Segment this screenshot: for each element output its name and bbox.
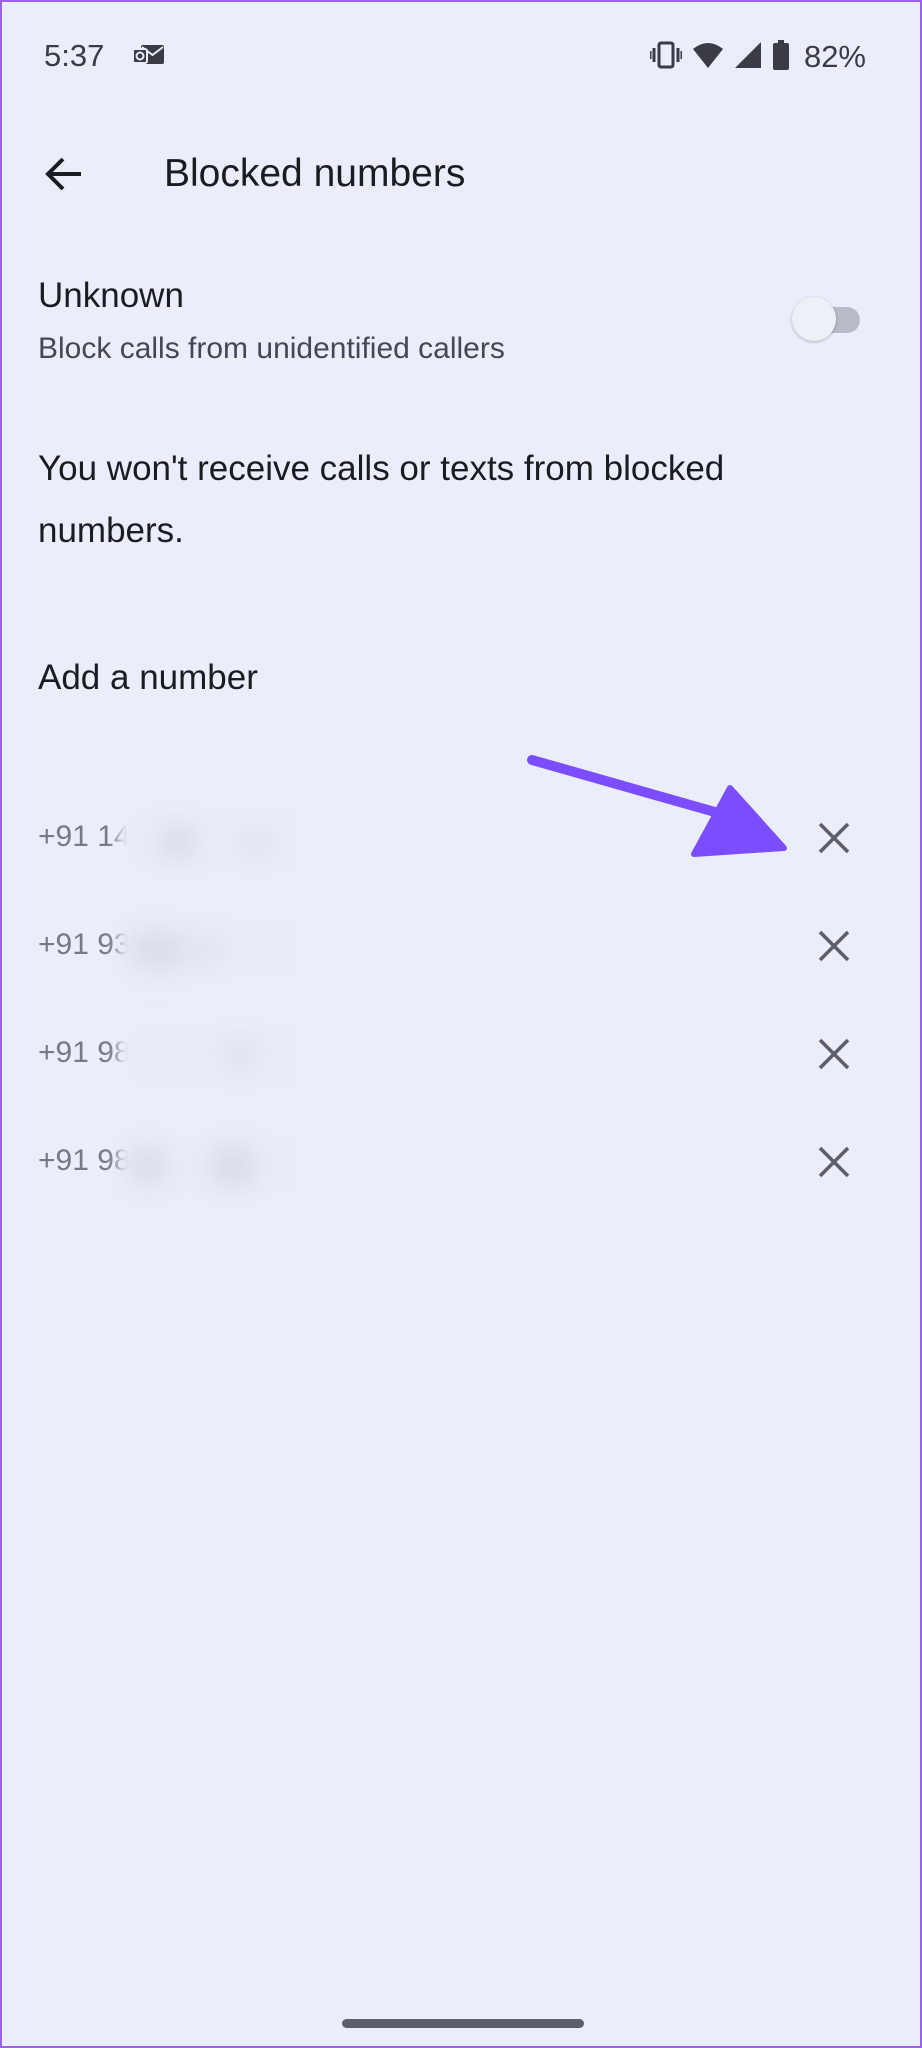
blocked-number-row: +91 98 bbox=[2, 1004, 922, 1112]
wifi-icon bbox=[692, 41, 724, 74]
blocked-info-text: You won't receive calls or texts from bl… bbox=[38, 449, 725, 550]
close-icon bbox=[817, 1145, 851, 1184]
vibrate-icon bbox=[649, 40, 683, 75]
redaction-blur bbox=[118, 906, 308, 990]
toggle-thumb bbox=[792, 297, 836, 341]
remove-number-button[interactable] bbox=[800, 914, 868, 982]
remove-number-button[interactable] bbox=[800, 806, 868, 874]
arrow-back-icon bbox=[44, 154, 84, 199]
close-icon bbox=[817, 929, 851, 968]
add-number-button[interactable]: Add a number bbox=[38, 658, 258, 698]
unknown-subtitle: Block calls from unidentified callers bbox=[38, 332, 505, 365]
status-icons: 82% bbox=[649, 38, 866, 76]
close-icon bbox=[817, 821, 851, 860]
unknown-callers-toggle[interactable] bbox=[792, 297, 864, 341]
redaction-blur bbox=[118, 798, 308, 882]
redaction-blur bbox=[118, 1122, 308, 1206]
blocked-number-row: +91 98 bbox=[2, 1112, 922, 1220]
blocked-number-text: +91 93 bbox=[38, 928, 131, 961]
remove-number-button[interactable] bbox=[800, 1022, 868, 1090]
mail-notification-icon bbox=[132, 42, 166, 70]
blocked-number-text: +91 98 bbox=[38, 1144, 131, 1177]
app-bar: Blocked numbers bbox=[2, 132, 922, 222]
blocked-number-text: +91 14 bbox=[38, 820, 131, 853]
annotation-arrow-icon bbox=[527, 755, 787, 857]
battery-percent: 82% bbox=[803, 39, 866, 74]
unknown-callers-setting[interactable]: Unknown Block calls from unidentified ca… bbox=[2, 270, 922, 382]
back-button[interactable] bbox=[32, 144, 96, 208]
unknown-title: Unknown bbox=[38, 276, 184, 315]
battery-icon bbox=[772, 39, 790, 75]
home-indicator[interactable] bbox=[342, 2019, 584, 2028]
status-time: 5:37 bbox=[44, 38, 105, 73]
close-icon bbox=[817, 1037, 851, 1076]
status-bar: 5:37 82% bbox=[2, 2, 922, 112]
redaction-blur bbox=[118, 1014, 308, 1098]
page-title: Blocked numbers bbox=[164, 152, 466, 195]
blocked-number-text: +91 98 bbox=[38, 1036, 131, 1069]
remove-number-button[interactable] bbox=[800, 1130, 868, 1198]
cell-signal-icon bbox=[734, 41, 762, 74]
blocked-number-row: +91 93 bbox=[2, 896, 922, 1004]
